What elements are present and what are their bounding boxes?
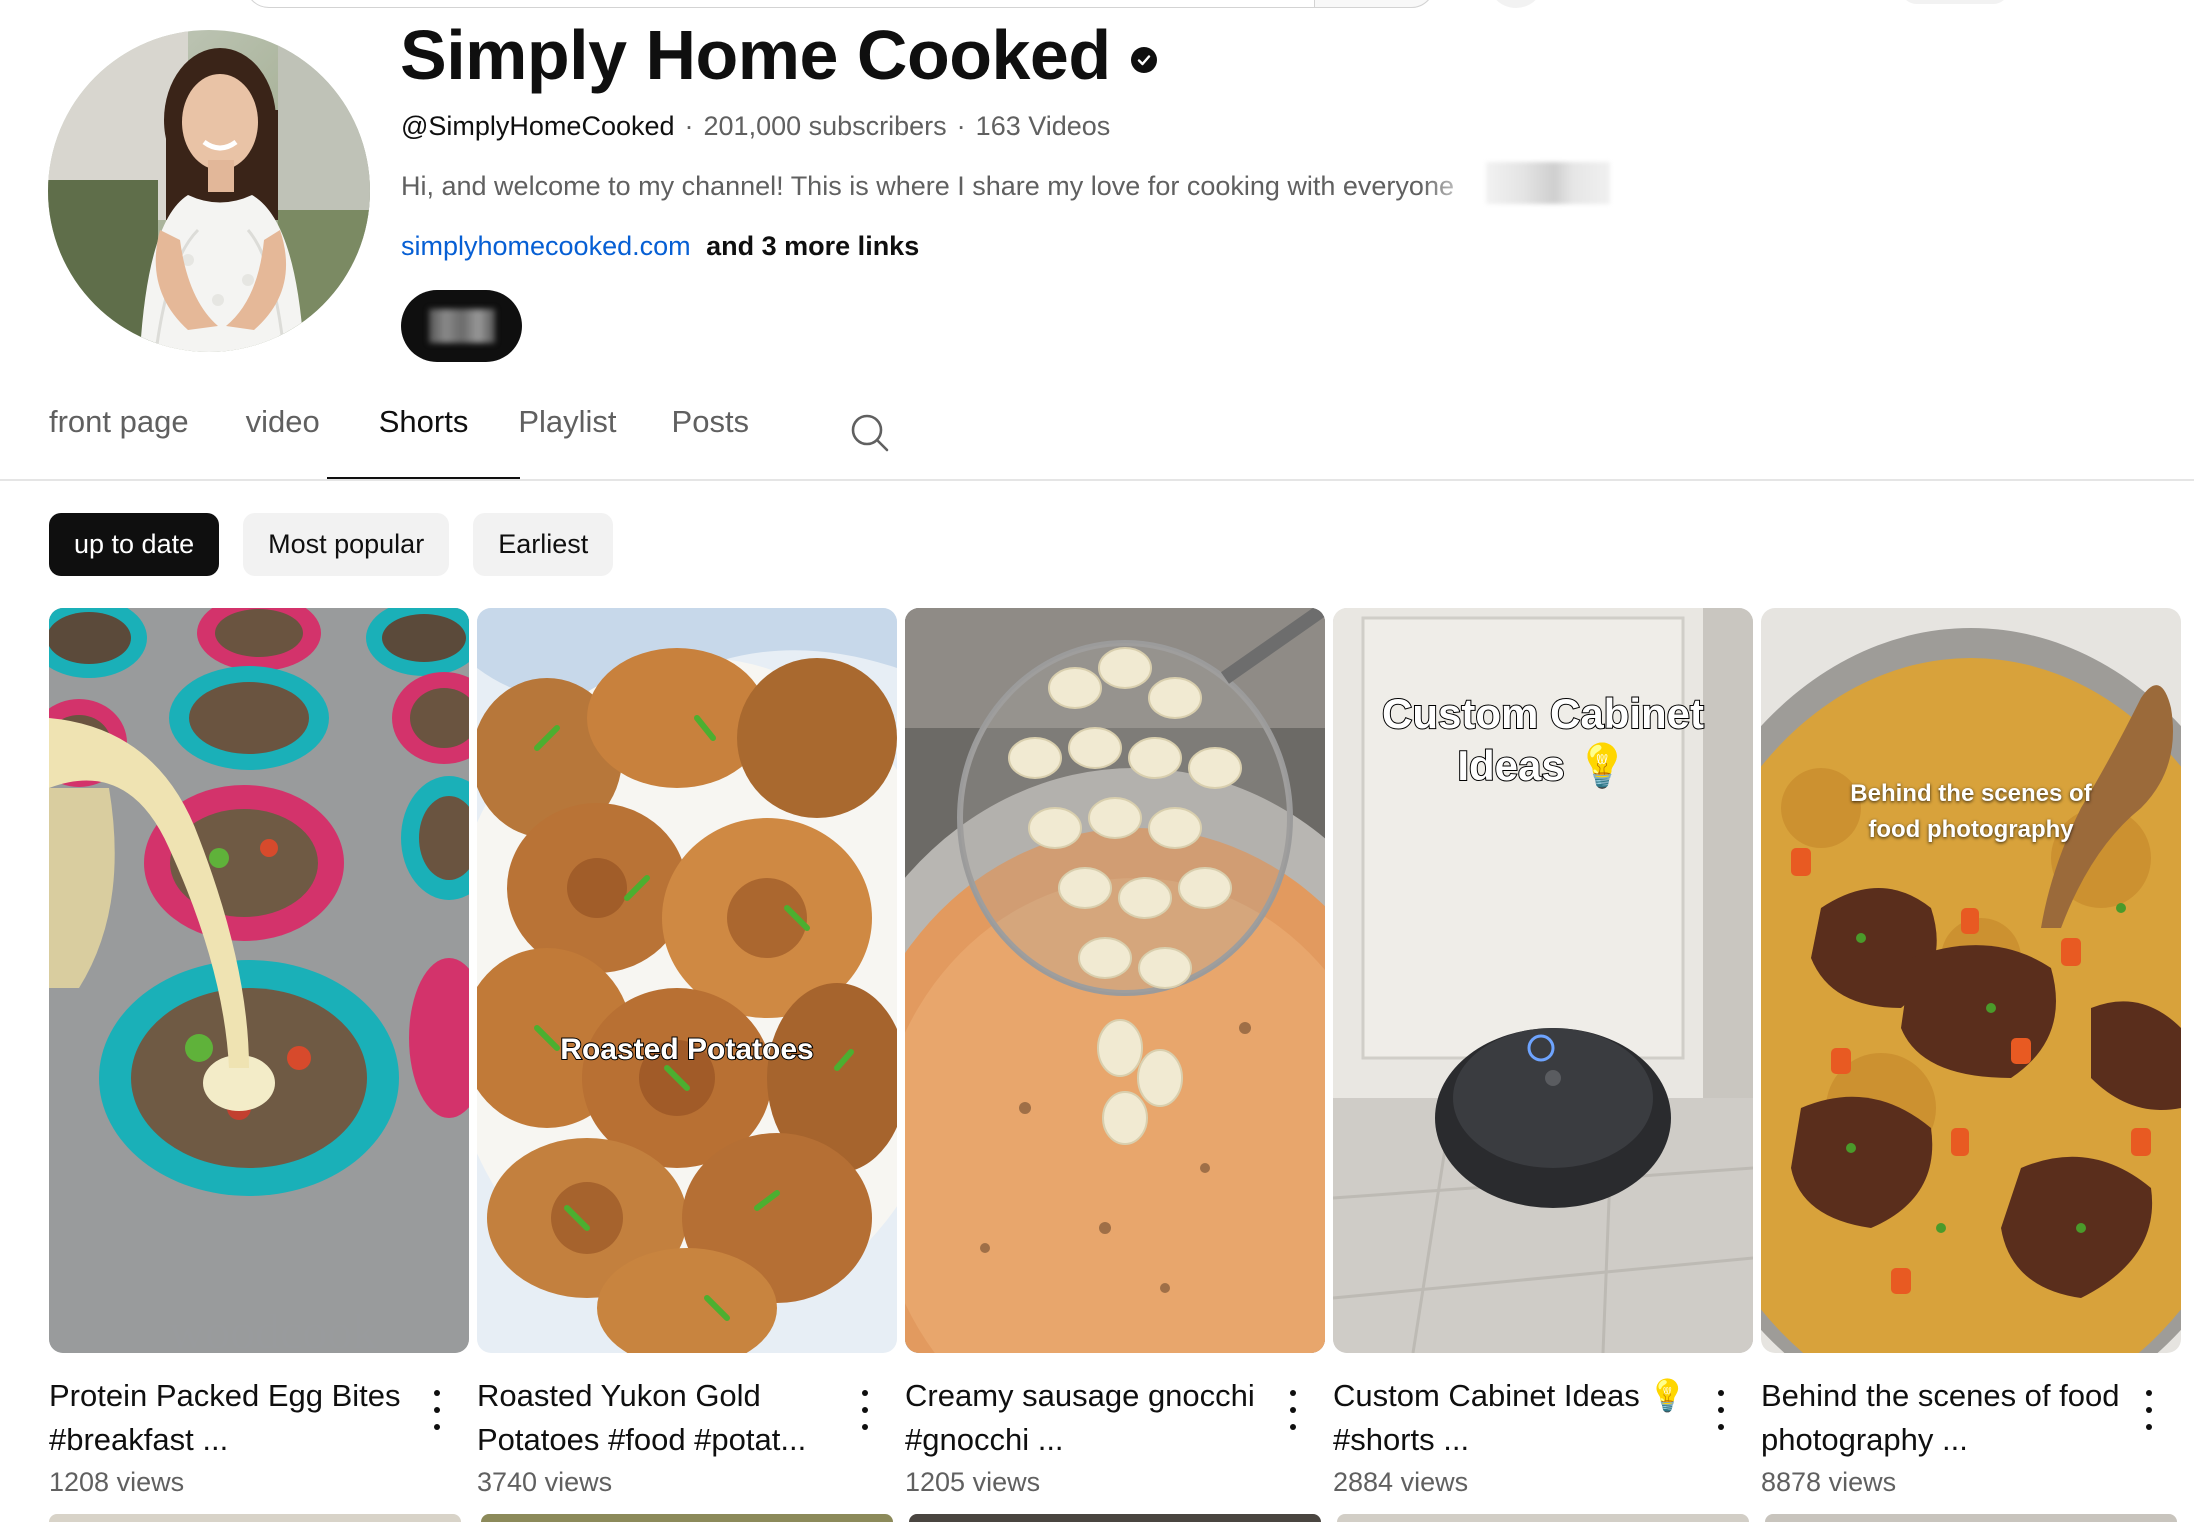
short-card[interactable]: Creamy sausage gnocchi #gnocchi ... 1205… xyxy=(905,608,1325,1497)
channel-avatar xyxy=(48,30,370,352)
channel-website-link[interactable]: simplyhomecooked.com xyxy=(401,231,691,261)
voice-search-button[interactable] xyxy=(1488,0,1544,8)
channel-name: Simply Home Cooked xyxy=(400,14,1157,96)
sort-chips: up to date Most popular Earliest xyxy=(49,513,614,576)
short-views: 3740 views xyxy=(477,1467,613,1497)
tab-video[interactable]: video xyxy=(246,404,320,480)
channel-links: simplyhomecooked.com and 3 more links xyxy=(401,228,919,264)
short-thumbnail[interactable]: Behind the scenes of food photography xyxy=(1761,608,2181,1353)
next-row-thumbnail xyxy=(1765,1514,2177,1522)
subscriber-count: 201,000 subscribers xyxy=(703,111,947,141)
short-views: 8878 views xyxy=(1761,1467,1897,1497)
short-title[interactable]: Custom Cabinet Ideas 💡 #shorts ... xyxy=(1333,1374,1693,1462)
meta-separator: · xyxy=(956,111,966,141)
next-row-thumbnail xyxy=(49,1514,461,1522)
short-card[interactable]: Roasted Potatoes Roasted Yukon Gold Pota… xyxy=(477,608,897,1497)
short-title[interactable]: Behind the scenes of food photography ..… xyxy=(1761,1374,2121,1462)
short-title[interactable]: Roasted Yukon Gold Potatoes #food #potat… xyxy=(477,1374,837,1462)
verified-check-icon xyxy=(1130,47,1157,73)
video-count: 163 Videos xyxy=(975,111,1111,141)
top-search-bar[interactable] xyxy=(245,0,1435,8)
next-row-thumbnail xyxy=(1337,1514,1749,1522)
tab-playlist[interactable]: Playlist xyxy=(518,404,616,480)
tabs-divider xyxy=(0,479,2194,481)
next-row-thumbnail xyxy=(909,1514,1321,1522)
thumbnail-caption-line: Ideas 💡 xyxy=(1456,741,1629,790)
short-card[interactable]: woodcook Protein Packed Egg Bites #break… xyxy=(49,608,469,1497)
channel-tabs: front page video Shorts Playlist Posts xyxy=(49,404,749,480)
short-title[interactable]: Protein Packed Egg Bites #breakfast ... xyxy=(49,1374,409,1462)
short-thumbnail[interactable] xyxy=(905,608,1325,1353)
subscribe-button[interactable] xyxy=(401,290,522,362)
thumbnail-caption-line: Behind the scenes of xyxy=(1850,780,2092,807)
description-blur xyxy=(1486,162,1610,204)
short-card[interactable]: Behind the scenes of food photography Be… xyxy=(1761,608,2181,1497)
channel-title: Simply Home Cooked xyxy=(400,16,1111,94)
more-vert-icon[interactable] xyxy=(855,1390,875,1430)
next-row-thumbnail xyxy=(481,1514,893,1522)
meta-separator: · xyxy=(684,111,694,141)
tab-posts[interactable]: Posts xyxy=(672,404,750,480)
channel-meta: @SimplyHomeCooked · 201,000 subscribers … xyxy=(401,108,1110,144)
thumbnail-caption: Custom Cabinet Ideas 💡 xyxy=(1333,688,1753,792)
top-right-button[interactable] xyxy=(1900,0,2010,4)
tab-front-page[interactable]: front page xyxy=(49,404,189,480)
channel-handle: @SimplyHomeCooked xyxy=(401,111,675,141)
chip-earliest[interactable]: Earliest xyxy=(473,513,614,576)
short-thumbnail[interactable]: Roasted Potatoes xyxy=(477,608,897,1353)
thumbnail-caption: Roasted Potatoes xyxy=(559,1032,814,1067)
subscribe-label-blurred xyxy=(428,309,495,343)
short-card[interactable]: Custom Cabinet Ideas 💡 Custom Cabinet Id… xyxy=(1333,608,1753,1497)
short-thumbnail[interactable]: woodcook xyxy=(49,608,469,1353)
short-thumbnail[interactable]: Custom Cabinet Ideas 💡 xyxy=(1333,608,1753,1353)
top-search-button[interactable] xyxy=(1314,0,1435,8)
svg-text:woodcook: woodcook xyxy=(169,1303,377,1353)
search-icon[interactable] xyxy=(850,413,890,453)
more-vert-icon[interactable] xyxy=(427,1390,447,1430)
more-vert-icon[interactable] xyxy=(2139,1390,2159,1430)
chip-up-to-date[interactable]: up to date xyxy=(49,513,220,576)
short-title[interactable]: Creamy sausage gnocchi #gnocchi ... xyxy=(905,1374,1265,1462)
more-vert-icon[interactable] xyxy=(1283,1390,1303,1430)
tab-shorts[interactable]: Shorts xyxy=(326,404,520,480)
shorts-grid: woodcook Protein Packed Egg Bites #break… xyxy=(49,608,2181,1497)
thumbnail-caption-line: Custom Cabinet xyxy=(1381,689,1705,738)
more-links-button[interactable]: and 3 more links xyxy=(706,231,919,261)
thumbnail-caption: Behind the scenes of food photography xyxy=(1761,776,2181,848)
short-views: 1208 views xyxy=(49,1467,185,1497)
thumbnail-caption-line: food photography xyxy=(1868,816,2074,843)
more-vert-icon[interactable] xyxy=(1711,1390,1731,1430)
short-views: 1205 views xyxy=(905,1467,1041,1497)
chip-most-popular[interactable]: Most popular xyxy=(243,513,450,576)
short-views: 2884 views xyxy=(1333,1467,1469,1497)
